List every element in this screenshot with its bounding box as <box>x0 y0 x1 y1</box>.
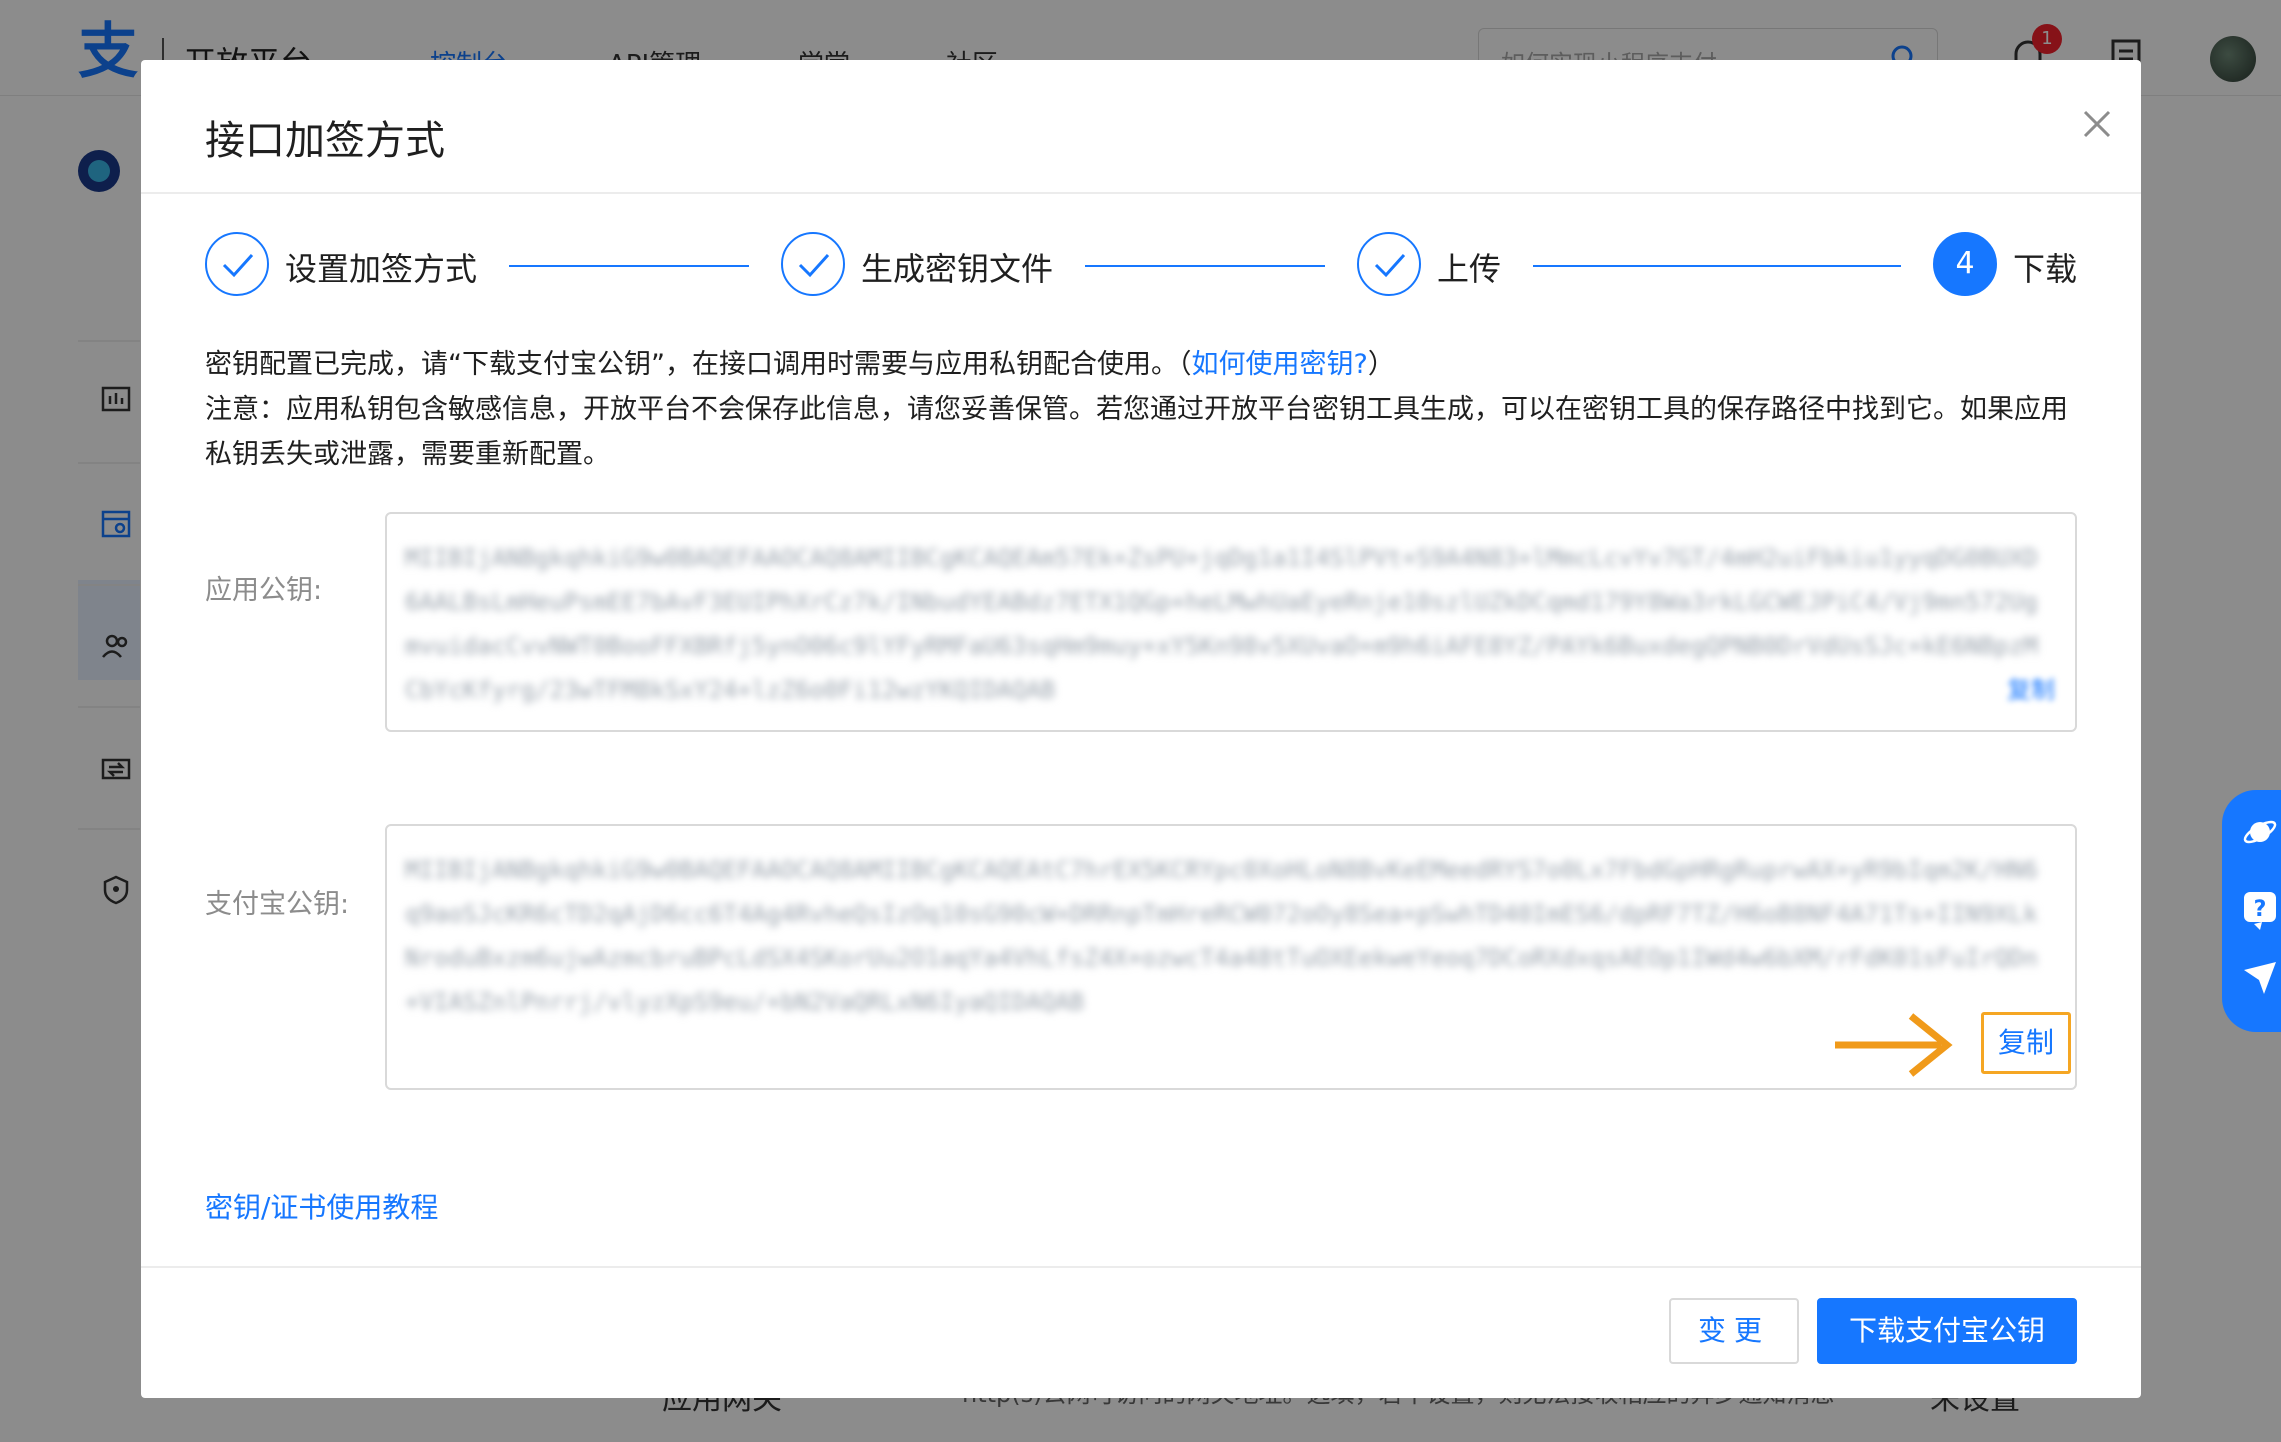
planet-icon[interactable] <box>2242 814 2278 850</box>
step-current-circle: 4 <box>1933 232 1997 296</box>
close-icon[interactable] <box>2069 96 2125 152</box>
completion-description: 密钥配置已完成，请“下载支付宝公钥”，在接口调用时需要与应用私钥配合使用。（如何… <box>205 342 2085 477</box>
arrow-right-icon <box>1835 1010 1959 1080</box>
alipay-public-key-label: 支付宝公钥: <box>205 889 350 920</box>
app-public-key-box: MIIBIjANBgkqhkiG9w0BAQEFAAOCAQ8AMIIBCgKC… <box>385 512 2077 732</box>
copy-app-key-button[interactable]: 复制 <box>2007 670 2055 705</box>
check-icon <box>798 253 830 278</box>
download-alipay-public-key-button[interactable]: 下载支付宝公钥 <box>1817 1298 2077 1364</box>
desc-text: 密钥配置已完成，请“下载支付宝公钥”，在接口调用时需要与应用私钥配合使用。（ <box>205 349 1192 380</box>
alipay-public-key-box: MIIBIjANBgkqhkiG9w0BAQEFAAOCAQ8AMIIBCgKC… <box>385 824 2077 1090</box>
feedback-plane-icon[interactable] <box>2242 960 2278 996</box>
check-icon <box>1374 253 1406 278</box>
step-done-circle <box>1357 232 1421 296</box>
app-public-key-label: 应用公钥: <box>205 575 323 606</box>
header-divider <box>141 192 2141 194</box>
svg-text:?: ? <box>2254 897 2267 922</box>
step-label: 下载 <box>2013 250 2078 288</box>
step-connector <box>1533 265 1901 267</box>
modal-title: 接口加签方式 <box>205 118 445 164</box>
desc-text: ） <box>1367 349 1395 380</box>
step-label: 生成密钥文件 <box>861 250 1054 288</box>
app-public-key-value: MIIBIjANBgkqhkiG9w0BAQEFAAOCAQ8AMIIBCgKC… <box>405 544 2038 704</box>
step-done-circle <box>205 232 269 296</box>
step-connector <box>509 265 749 267</box>
check-icon <box>222 253 254 278</box>
sensitive-info-note: 注意：应用私钥包含敏感信息，开放平台不会保存此信息，请您妥善保管。若您通过开放平… <box>205 394 2068 470</box>
floating-helper-bar: ? <box>2222 790 2281 1032</box>
step-connector <box>1085 265 1325 267</box>
footer-divider <box>141 1266 2141 1268</box>
step-done-circle <box>781 232 845 296</box>
sign-method-modal: 接口加签方式 设置加签方式 生成密钥文件 上传 4 下载 密钥配置已完成，请“下… <box>141 60 2141 1398</box>
key-cert-tutorial-link[interactable]: 密钥/证书使用教程 <box>205 1186 438 1226</box>
how-to-use-key-link[interactable]: 如何使用密钥? <box>1191 349 1367 380</box>
change-button[interactable]: 变更 <box>1669 1298 1799 1364</box>
help-question-icon[interactable]: ? <box>2242 890 2278 930</box>
step-label: 设置加签方式 <box>285 250 478 288</box>
alipay-public-key-value: MIIBIjANBgkqhkiG9w0BAQEFAAOCAQ8AMIIBCgKC… <box>405 856 2038 1016</box>
step-label: 上传 <box>1437 250 1502 288</box>
copy-alipay-key-button[interactable]: 复制 <box>1981 1012 2071 1074</box>
